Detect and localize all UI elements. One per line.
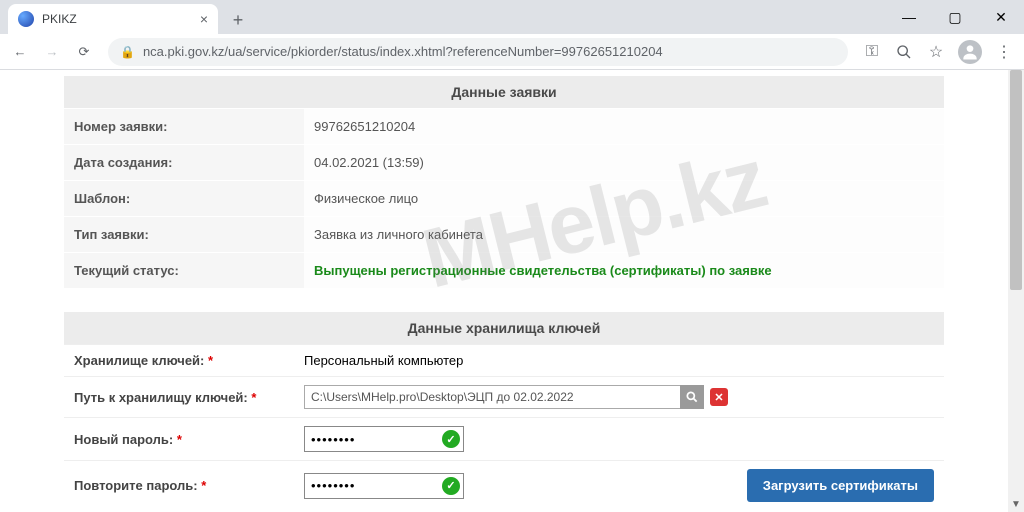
window-titlebar: PKIKZ × + — ▢ ✕: [0, 0, 1024, 34]
maximize-button[interactable]: ▢: [932, 0, 978, 34]
label-request-number: Номер заявки:: [64, 109, 304, 144]
repeat-password-input[interactable]: [304, 473, 464, 499]
row-new-password: Новый пароль: * ✓: [64, 417, 944, 460]
password-key-icon[interactable]: ⚿: [858, 38, 886, 66]
label-new-password: Новый пароль: *: [64, 432, 304, 447]
label-keystore-path: Путь к хранилищу ключей: *: [64, 390, 304, 405]
label-status: Текущий статус:: [64, 253, 304, 288]
tab-favicon: [18, 11, 34, 27]
label-request-type: Тип заявки:: [64, 217, 304, 252]
label-created-date: Дата создания:: [64, 145, 304, 180]
row-status: Текущий статус: Выпущены регистрационные…: [64, 252, 944, 288]
row-created-date: Дата создания: 04.02.2021 (13:59): [64, 144, 944, 180]
row-repeat-password: Повторите пароль: * ✓ Загрузить сертифик…: [64, 460, 944, 510]
value-template: Физическое лицо: [304, 181, 944, 216]
bookmark-star-icon[interactable]: ☆: [922, 38, 950, 66]
row-keystore-path: Путь к хранилищу ключей: * ✕: [64, 376, 944, 417]
label-repeat-password: Повторите пароль: *: [64, 478, 304, 493]
label-template: Шаблон:: [64, 181, 304, 216]
vertical-scrollbar[interactable]: ▲ ▼: [1008, 70, 1024, 512]
profile-avatar[interactable]: [958, 40, 982, 64]
address-bar[interactable]: 🔒 nca.pki.gov.kz/ua/service/pkiorder/sta…: [108, 38, 848, 66]
forward-button[interactable]: →: [38, 38, 66, 66]
back-button[interactable]: ←: [6, 38, 34, 66]
value-status: Выпущены регистрационные свидетельства (…: [304, 253, 944, 288]
scroll-down-arrow[interactable]: ▼: [1008, 496, 1024, 512]
keystore-path-input[interactable]: [304, 385, 704, 409]
value-keystore: Персональный компьютер: [304, 353, 944, 368]
reload-button[interactable]: ⟳: [70, 38, 98, 66]
menu-dots-icon[interactable]: ⋮: [990, 38, 1018, 66]
new-password-input[interactable]: [304, 426, 464, 452]
clear-path-button[interactable]: ✕: [710, 388, 728, 406]
download-certificates-button[interactable]: Загрузить сертификаты: [747, 469, 934, 502]
value-request-number: 99762651210204: [304, 109, 944, 144]
scroll-thumb[interactable]: [1010, 70, 1022, 290]
tab-title: PKIKZ: [42, 12, 192, 26]
value-request-type: Заявка из личного кабинета: [304, 217, 944, 252]
label-keystore: Хранилище ключей: *: [64, 353, 304, 368]
close-window-button[interactable]: ✕: [978, 0, 1024, 34]
browse-path-button[interactable]: [680, 385, 704, 409]
row-template: Шаблон: Физическое лицо: [64, 180, 944, 216]
lock-icon: 🔒: [120, 45, 135, 59]
section-header-keystore: Данные хранилища ключей: [64, 312, 944, 344]
search-icon[interactable]: [890, 38, 918, 66]
url-text: nca.pki.gov.kz/ua/service/pkiorder/statu…: [143, 44, 663, 59]
valid-check-icon: ✓: [442, 477, 460, 495]
row-request-type: Тип заявки: Заявка из личного кабинета: [64, 216, 944, 252]
row-request-number: Номер заявки: 99762651210204: [64, 108, 944, 144]
page-viewport: Данные заявки Номер заявки: 997626512102…: [0, 70, 1008, 512]
valid-check-icon: ✓: [442, 430, 460, 448]
new-tab-button[interactable]: +: [224, 6, 252, 34]
window-controls: — ▢ ✕: [886, 0, 1024, 34]
value-created-date: 04.02.2021 (13:59): [304, 145, 944, 180]
browser-toolbar: ← → ⟳ 🔒 nca.pki.gov.kz/ua/service/pkiord…: [0, 34, 1024, 70]
browser-tab[interactable]: PKIKZ ×: [8, 4, 218, 34]
close-tab-icon[interactable]: ×: [200, 11, 208, 27]
section-header-request: Данные заявки: [64, 76, 944, 108]
row-keystore: Хранилище ключей: * Персональный компьют…: [64, 344, 944, 376]
minimize-button[interactable]: —: [886, 0, 932, 34]
